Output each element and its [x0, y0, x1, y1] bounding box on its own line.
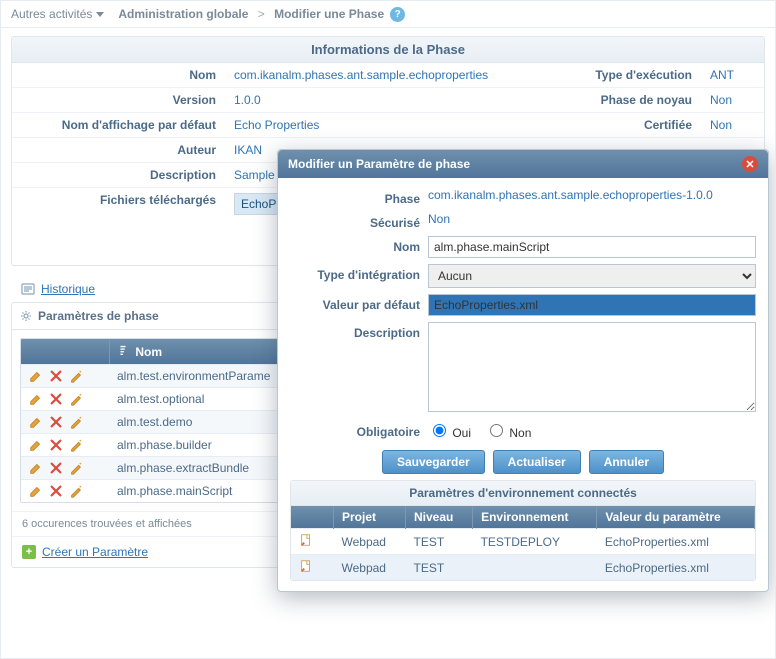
env-paramvalue-header[interactable]: Valeur du paramètre — [597, 506, 755, 529]
label-author: Auteur — [12, 138, 222, 162]
env-level-cell: TEST — [406, 529, 473, 555]
value-exec-type: ANT — [704, 63, 764, 87]
mandatory-no[interactable]: Non — [485, 421, 531, 440]
label-param-name: Nom — [290, 236, 420, 254]
chevron-down-icon — [96, 12, 104, 17]
label-core-phase: Phase de noyau — [558, 88, 698, 112]
delete-icon[interactable] — [49, 438, 63, 452]
value-name: com.ikanalm.phases.ant.sample.echoproper… — [228, 63, 552, 87]
create-param-link[interactable]: Créer un Paramètre — [42, 545, 148, 559]
env-project-header[interactable]: Projet — [334, 506, 406, 529]
breadcrumb: Administration globale > Modifier une Ph… — [118, 7, 384, 21]
plus-icon: + — [22, 545, 36, 559]
edit-icon[interactable] — [29, 461, 43, 475]
delete-icon[interactable] — [49, 415, 63, 429]
connected-env-panel: Paramètres d'environnement connectés Pro… — [290, 480, 756, 581]
save-button[interactable]: Sauvegarder — [382, 450, 485, 474]
value-display-name: Echo Properties — [228, 113, 552, 137]
close-icon[interactable]: ✕ — [742, 156, 758, 172]
edit-icon[interactable] — [29, 415, 43, 429]
wand-icon[interactable] — [69, 461, 83, 475]
param-name-input[interactable] — [428, 236, 756, 258]
label-certified: Certifiée — [558, 113, 698, 137]
edit-icon[interactable] — [29, 438, 43, 452]
env-table-row: WebpadTESTTESTDEPLOYEchoProperties.xml — [291, 529, 755, 555]
edit-env-icon[interactable] — [299, 559, 313, 573]
edit-icon[interactable] — [29, 369, 43, 383]
label-integration-type: Type d'intégration — [290, 264, 420, 282]
env-environment-cell: TESTDEPLOY — [473, 529, 597, 555]
label-exec-type: Type d'exécution — [558, 63, 698, 87]
env-environment-cell — [473, 555, 597, 581]
default-value-input[interactable] — [428, 294, 756, 316]
edit-icon[interactable] — [29, 484, 43, 498]
history-link[interactable]: Historique — [41, 282, 95, 296]
label-description: Description — [12, 163, 222, 187]
wand-icon[interactable] — [69, 415, 83, 429]
params-actions-header — [21, 339, 110, 364]
wand-icon[interactable] — [69, 484, 83, 498]
other-activities-menu[interactable]: Autres activités — [11, 7, 104, 21]
env-project-cell: Webpad — [334, 529, 406, 555]
value-certified: Non — [704, 113, 764, 137]
phase-params-title: Paramètres de phase — [38, 309, 159, 323]
env-icon-header — [291, 506, 334, 529]
env-table: Projet Niveau Environnement Valeur du pa… — [291, 506, 755, 580]
label-files: Fichiers téléchargés — [12, 188, 222, 265]
app-root: Autres activités Administration globale … — [0, 0, 776, 659]
label-mandatory: Obligatoire — [290, 421, 420, 439]
phase-info-title: Informations de la Phase — [12, 37, 764, 63]
label-version: Version — [12, 88, 222, 112]
refresh-button[interactable]: Actualiser — [493, 450, 581, 474]
integration-type-select[interactable]: Aucun — [428, 264, 756, 288]
edit-icon[interactable] — [29, 392, 43, 406]
sort-icon — [118, 344, 128, 356]
edit-env-icon[interactable] — [299, 533, 313, 547]
label-display-name: Nom d'affichage par défaut — [12, 113, 222, 137]
label-param-description: Description — [290, 322, 420, 340]
mandatory-yes[interactable]: Oui — [428, 421, 471, 440]
env-paramvalue-cell: EchoProperties.xml — [597, 529, 755, 555]
env-project-cell: Webpad — [334, 555, 406, 581]
help-icon[interactable]: ? — [390, 7, 405, 22]
env-paramvalue-cell: EchoProperties.xml — [597, 555, 755, 581]
edit-param-modal: Modifier un Paramètre de phase ✕ Phase c… — [277, 149, 769, 592]
env-level-cell: TEST — [406, 555, 473, 581]
topbar: Autres activités Administration globale … — [1, 1, 775, 28]
value-version: 1.0.0 — [228, 88, 552, 112]
delete-icon[interactable] — [49, 369, 63, 383]
delete-icon[interactable] — [49, 392, 63, 406]
label-default-value: Valeur par défaut — [290, 294, 420, 312]
label-phase: Phase — [290, 188, 420, 206]
description-textarea[interactable] — [428, 322, 756, 412]
value-core-phase: Non — [704, 88, 764, 112]
history-icon — [21, 282, 35, 296]
wand-icon[interactable] — [69, 438, 83, 452]
value-phase: com.ikanalm.phases.ant.sample.echoproper… — [428, 188, 756, 202]
delete-icon[interactable] — [49, 484, 63, 498]
env-table-row: WebpadTEST EchoProperties.xml — [291, 555, 755, 581]
connected-env-title: Paramètres d'environnement connectés — [291, 481, 755, 506]
label-name: Nom — [12, 63, 222, 87]
env-level-header[interactable]: Niveau — [406, 506, 473, 529]
wand-icon[interactable] — [69, 369, 83, 383]
delete-icon[interactable] — [49, 461, 63, 475]
gear-icon — [20, 310, 32, 322]
modal-title: Modifier un Paramètre de phase — [288, 157, 470, 171]
env-environment-header[interactable]: Environnement — [473, 506, 597, 529]
cancel-button[interactable]: Annuler — [589, 450, 664, 474]
label-secured: Sécurisé — [290, 212, 420, 230]
value-secured: Non — [428, 212, 756, 226]
wand-icon[interactable] — [69, 392, 83, 406]
